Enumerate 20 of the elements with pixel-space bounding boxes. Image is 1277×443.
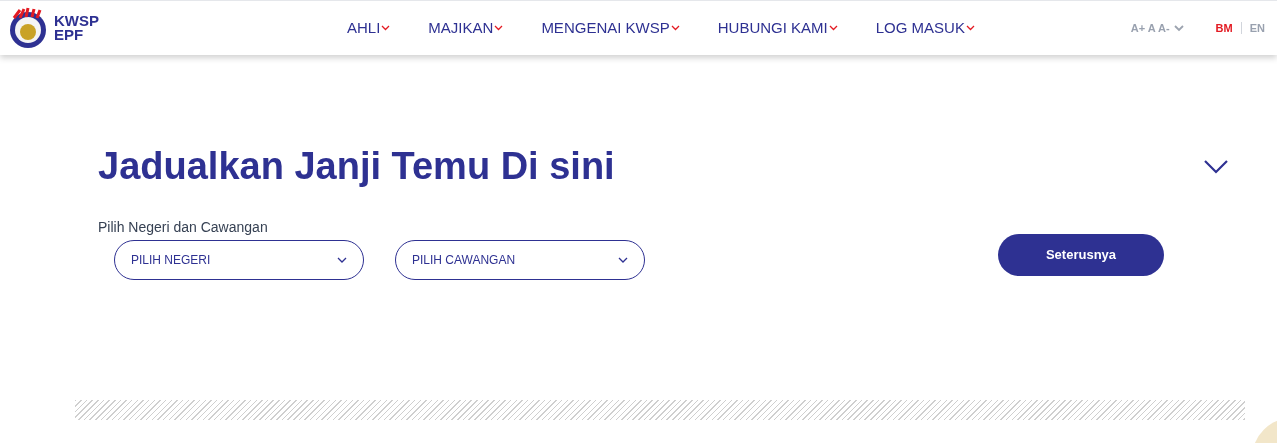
logo-text: EPF [54, 28, 85, 42]
nav-link[interactable]: MENGENAI KWSP [541, 16, 680, 40]
field-label: Pilih Negeri dan Cawangan [98, 218, 269, 237]
nav-link[interactable]: MAJIKAN [428, 16, 504, 40]
nav-link[interactable]: LOG MASUK [875, 16, 975, 40]
chevron-down-icon [670, 25, 680, 31]
section-title: Jadualkan Janji Temu Di sini [98, 144, 615, 189]
chevron-down-icon[interactable] [1203, 158, 1229, 175]
chevron-down-icon [828, 25, 838, 31]
next-button[interactable]: Seterusnya [998, 234, 1164, 276]
chevron-down-icon [618, 257, 628, 263]
chevron-down-icon [337, 257, 347, 263]
nav-link[interactable]: HUBUNGI KAMI [717, 16, 838, 40]
nav-link[interactable]: AHLI [347, 16, 391, 40]
chevron-down-icon [965, 25, 975, 31]
language-option[interactable]: BM [1215, 19, 1233, 37]
chevron-down-icon [381, 25, 391, 31]
logo-text: KWSP [54, 14, 99, 28]
chevron-down-icon [494, 25, 504, 31]
chevron-down-icon [1173, 24, 1184, 32]
